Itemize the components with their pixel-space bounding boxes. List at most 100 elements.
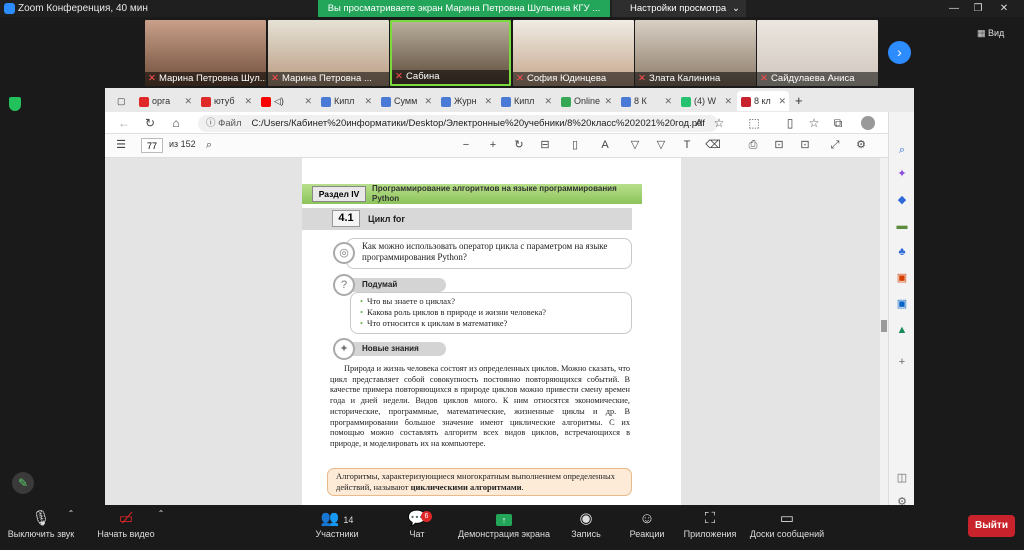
shopping-tag-icon[interactable]: ◆: [895, 194, 909, 207]
draw-icon[interactable]: ▽: [627, 137, 643, 154]
refresh-icon[interactable]: ↻: [141, 115, 159, 132]
highlight-icon[interactable]: ▽: [653, 137, 669, 154]
search-icon[interactable]: ⌕: [201, 137, 217, 154]
address-input[interactable]: ⓘ Файл C:/Users/Кабинет%20информатики/Des…: [198, 115, 718, 132]
boards-label: Доски сообщений: [749, 529, 825, 539]
speaker-icon: ◁): [274, 96, 284, 106]
next-participants-button[interactable]: ›: [888, 41, 911, 64]
fit-page-icon[interactable]: ⊟: [537, 137, 553, 154]
start-video-button[interactable]: ▭̸ Начать видео: [95, 509, 157, 549]
drop-icon[interactable]: ▲: [895, 324, 909, 337]
browser-tab[interactable]: ютуб ✕: [197, 91, 255, 111]
browser-tab[interactable]: Online ✕: [557, 91, 615, 111]
participant-name: Сабина: [405, 71, 440, 82]
annotate-pencil-icon[interactable]: ✎: [12, 472, 34, 494]
new-tab-button[interactable]: +: [791, 91, 807, 111]
zoom-out-icon[interactable]: −: [458, 137, 474, 154]
whiteboard-icon: ▭: [779, 510, 795, 527]
home-icon[interactable]: ⌂: [167, 115, 185, 132]
address-scheme-label: Файл: [218, 118, 242, 129]
lesson-number: 4.1: [332, 210, 360, 227]
participant-tile-active-speaker[interactable]: ✕ Сабина: [390, 20, 511, 86]
security-shield-icon[interactable]: [9, 97, 21, 111]
video-label: Начать видео: [97, 529, 155, 539]
contents-icon[interactable]: ☰: [113, 137, 129, 154]
split-screen-icon[interactable]: ▯: [781, 115, 799, 132]
favorites-icon[interactable]: ☆: [805, 115, 823, 132]
participants-count: 14: [343, 515, 354, 525]
video-options-chevron-icon[interactable]: ⌃: [156, 509, 166, 549]
office-icon[interactable]: ▣: [895, 272, 909, 285]
view-menu-button[interactable]: ▦ Вид: [977, 28, 1004, 39]
browser-tab[interactable]: Журн ✕: [437, 91, 495, 111]
zoom-in-icon[interactable]: +: [485, 137, 501, 154]
read-aloud-icon[interactable]: A: [597, 137, 613, 154]
copilot-icon[interactable]: ✦: [895, 168, 909, 181]
people-icon: 👥 14: [320, 510, 354, 527]
participant-tile[interactable]: ✕ Сайдулаева Аниса: [757, 20, 878, 86]
apps-button[interactable]: ⛶ Приложения: [680, 509, 740, 549]
reactions-button[interactable]: ☺ Реакции: [622, 509, 672, 549]
outlook-icon[interactable]: ▣: [895, 298, 909, 311]
add-text-icon[interactable]: T: [679, 137, 695, 154]
page-number-input[interactable]: 77: [141, 138, 163, 153]
browser-tab[interactable]: (4) W ✕: [677, 91, 735, 111]
minimize-button[interactable]: —: [942, 0, 966, 17]
read-aloud-icon[interactable]: A: [690, 115, 708, 132]
fullscreen-icon[interactable]: ⤢: [827, 137, 843, 154]
browser-tab[interactable]: 8 К ✕: [617, 91, 675, 111]
record-button[interactable]: ◉ Запись: [562, 509, 610, 549]
participant-tile[interactable]: ✕ Марина Петровна ...: [268, 20, 389, 86]
target-icon: ◎: [333, 242, 355, 264]
chevron-down-icon: ⌄: [732, 3, 740, 14]
favorite-star-icon[interactable]: ☆: [710, 115, 728, 132]
participants-button[interactable]: 👥 14 Участники: [308, 509, 366, 549]
pdf-viewer[interactable]: Раздел IV Программирование алгоритмов на…: [105, 158, 880, 510]
maximize-button[interactable]: ❐: [966, 0, 990, 17]
share-screen-button[interactable]: ↑ Демонстрация экрана: [452, 509, 556, 549]
leave-meeting-button[interactable]: Выйти: [968, 515, 1015, 537]
chat-unread-badge: 6: [421, 511, 432, 522]
rotate-icon[interactable]: ↻: [511, 137, 527, 154]
think-item: • Что относится к циклам в математике?: [360, 318, 508, 328]
think-icon: ?: [333, 274, 355, 296]
games-icon[interactable]: ♣: [895, 246, 909, 259]
close-window-button[interactable]: ✕: [992, 0, 1016, 17]
pdf-scrollbar[interactable]: [880, 158, 888, 510]
browser-tab[interactable]: орга ✕: [135, 91, 195, 111]
participant-tile[interactable]: ✕ Марина Петровна Шул...: [145, 20, 266, 86]
settings-gear-icon[interactable]: ⚙: [853, 137, 869, 154]
browser-tab[interactable]: ◁) ✕: [257, 91, 315, 111]
participant-name: София Юдинцева: [526, 73, 607, 84]
profile-avatar[interactable]: [861, 116, 875, 130]
tools-icon[interactable]: ▬: [895, 220, 909, 233]
back-arrow-icon[interactable]: ←: [115, 115, 133, 132]
participant-tile[interactable]: ✕ Злата Калинина: [635, 20, 756, 86]
scrollbar-thumb[interactable]: [881, 320, 887, 332]
think-item: • Какова роль циклов в природе и жизни че…: [360, 307, 547, 317]
chat-label: Чат: [409, 529, 425, 539]
audio-options-chevron-icon[interactable]: ⌃: [66, 509, 76, 549]
participants-label: Участники: [315, 529, 359, 539]
add-sidebar-icon[interactable]: +: [895, 356, 909, 369]
browser-tab[interactable]: Кипл ✕: [317, 91, 375, 111]
search-icon[interactable]: ⌕: [895, 144, 909, 157]
share-screen-icon: ↑: [452, 509, 556, 529]
view-settings-button[interactable]: Настройки просмотра ⌄: [612, 0, 746, 17]
message-boards-button[interactable]: ▭ Доски сообщений: [744, 509, 830, 549]
collections-icon[interactable]: ⧉: [829, 115, 847, 132]
print-icon[interactable]: ⎙: [745, 137, 761, 154]
save-as-icon[interactable]: ⊡: [797, 137, 813, 154]
chat-button[interactable]: 💬 Чат 6: [395, 509, 439, 549]
tab-actions-icon[interactable]: ▢: [113, 91, 133, 111]
browser-tab[interactable]: Кипл ✕: [497, 91, 555, 111]
save-icon[interactable]: ⊡: [771, 137, 787, 154]
participant-tile[interactable]: ✕ София Юдинцева: [513, 20, 634, 86]
browser-tab-active[interactable]: 8 кл ✕: [737, 91, 789, 111]
browser-tab[interactable]: Сумм ✕: [377, 91, 435, 111]
sidebar-layout-icon[interactable]: ◫: [895, 472, 909, 485]
extensions-icon[interactable]: ⬚: [745, 115, 763, 132]
think-label: Подумай: [362, 280, 398, 289]
erase-icon[interactable]: ⌫: [705, 137, 721, 154]
page-view-icon[interactable]: ▯: [567, 137, 583, 154]
